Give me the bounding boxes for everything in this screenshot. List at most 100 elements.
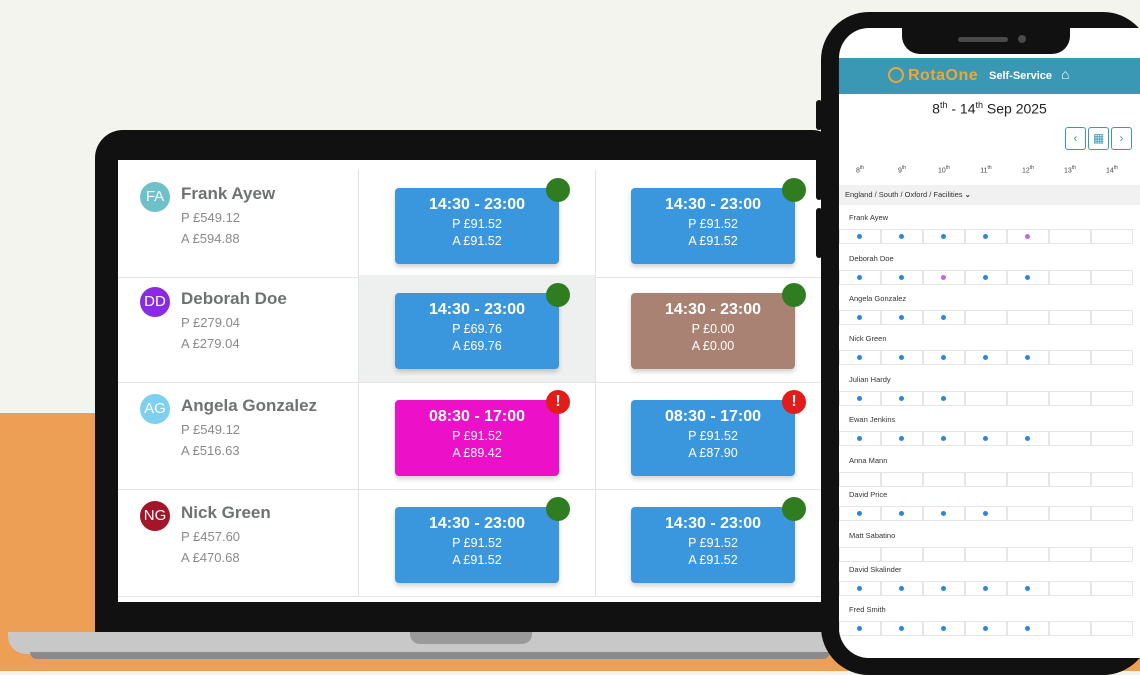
phone-day-cell[interactable] (923, 270, 965, 285)
phone-day-cell[interactable] (965, 472, 1007, 487)
phone-day-cell[interactable] (923, 581, 965, 596)
phone-day-cell[interactable] (1091, 391, 1133, 406)
phone-day-cell[interactable] (1091, 310, 1133, 325)
phone-day-cell[interactable] (1049, 229, 1091, 244)
phone-day-cell[interactable] (1007, 350, 1049, 365)
shift-card[interactable]: 14:30 - 23:00 P £91.52 A £91.52 (395, 507, 559, 583)
phone-day-cell[interactable] (1091, 547, 1133, 562)
phone-day-cell[interactable] (839, 506, 881, 521)
phone-day-cell[interactable] (1091, 270, 1133, 285)
phone-day-cell[interactable] (965, 350, 1007, 365)
phone-day-cell[interactable] (881, 310, 923, 325)
phone-day-cell[interactable] (923, 547, 965, 562)
shift-card[interactable]: 14:30 - 23:00 P £0.00 A £0.00 (631, 293, 795, 369)
phone-day-cell[interactable] (965, 581, 1007, 596)
phone-day-cell[interactable] (923, 621, 965, 636)
phone-day-cell[interactable] (1091, 581, 1133, 596)
phone-day-cell[interactable] (1049, 391, 1091, 406)
phone-day-cell[interactable] (1049, 472, 1091, 487)
shift-card[interactable]: 08:30 - 17:00 P £91.52 A £87.90 (631, 400, 795, 476)
phone-day-cell[interactable] (839, 547, 881, 562)
phone-day-cell[interactable] (965, 391, 1007, 406)
phone-day-cell[interactable] (1049, 621, 1091, 636)
phone-day-cell[interactable] (839, 310, 881, 325)
phone-day-cell[interactable] (1049, 581, 1091, 596)
employee-name[interactable]: Nick Green (181, 503, 271, 523)
phone-day-cell[interactable] (1007, 391, 1049, 406)
phone-day-cell[interactable] (839, 472, 881, 487)
phone-day-cell[interactable] (881, 431, 923, 446)
phone-day-cell[interactable] (1049, 350, 1091, 365)
phone-day-cell[interactable] (1091, 506, 1133, 521)
avatar: AG (140, 394, 170, 424)
phone-day-cell[interactable] (1049, 431, 1091, 446)
employee-name[interactable]: Angela Gonzalez (181, 396, 317, 416)
phone-day-cell[interactable] (923, 431, 965, 446)
phone-day-cell[interactable] (1091, 229, 1133, 244)
employee-name[interactable]: Frank Ayew (181, 184, 275, 204)
calendar-button[interactable]: ▦ (1088, 127, 1109, 150)
phone-day-cell[interactable] (923, 350, 965, 365)
phone-day-cell[interactable] (1091, 472, 1133, 487)
phone-day-cell[interactable] (965, 621, 1007, 636)
phone-day-cell[interactable] (839, 270, 881, 285)
phone-day-cell[interactable] (839, 391, 881, 406)
shift-card[interactable]: 14:30 - 23:00 P £91.52 A £91.52 (395, 188, 559, 264)
phone-day-cell[interactable] (1007, 431, 1049, 446)
employee-name[interactable]: Deborah Doe (181, 289, 287, 309)
phone-day-cell[interactable] (1007, 229, 1049, 244)
phone-day-cell[interactable] (1091, 621, 1133, 636)
shift-time: 14:30 - 23:00 (664, 196, 762, 213)
phone-day-cell[interactable] (965, 431, 1007, 446)
phone-day-cell[interactable] (923, 506, 965, 521)
phone-day-cell[interactable] (965, 270, 1007, 285)
phone-employee-row: Julian Hardy (839, 375, 1140, 411)
phone-day-cell[interactable] (881, 581, 923, 596)
shift-planned: P £91.52 (452, 429, 502, 443)
phone-day-cell[interactable] (923, 310, 965, 325)
phone-day-cell[interactable] (839, 229, 881, 244)
phone-day-cell[interactable] (1049, 506, 1091, 521)
phone-day-cell[interactable] (1007, 547, 1049, 562)
phone-day-cell[interactable] (965, 310, 1007, 325)
phone-day-cell[interactable] (881, 506, 923, 521)
shift-card[interactable]: 08:30 - 17:00 P £91.52 A £89.42 (395, 400, 559, 476)
phone-day-cell[interactable] (881, 472, 923, 487)
shift-card[interactable]: 14:30 - 23:00 P £69.76 A £69.76 (395, 293, 559, 369)
phone-day-cell[interactable] (1091, 350, 1133, 365)
phone-day-cell[interactable] (839, 581, 881, 596)
shift-card[interactable]: 14:30 - 23:00 P £91.52 A £91.52 (631, 188, 795, 264)
phone-day-cell[interactable] (881, 270, 923, 285)
phone-day-cell[interactable] (1049, 270, 1091, 285)
phone-day-cell[interactable] (1049, 310, 1091, 325)
next-week-button[interactable]: › (1111, 127, 1132, 150)
phone-day-cell[interactable] (881, 350, 923, 365)
phone-day-cell[interactable] (965, 229, 1007, 244)
phone-day-cell[interactable] (881, 391, 923, 406)
phone-day-cell[interactable] (1049, 547, 1091, 562)
phone-day-cell[interactable] (1007, 581, 1049, 596)
phone-day-cell[interactable] (965, 506, 1007, 521)
phone-day-cell[interactable] (923, 391, 965, 406)
phone-day-cell[interactable] (839, 350, 881, 365)
actual-cost: A £594.88 (181, 231, 240, 246)
phone-day-cell[interactable] (965, 547, 1007, 562)
phone-day-cell[interactable] (1007, 472, 1049, 487)
phone-day-cell[interactable] (923, 472, 965, 487)
phone-day-cell[interactable] (839, 621, 881, 636)
home-icon[interactable]: ⌂ (1061, 66, 1069, 82)
phone-day-cell[interactable] (1007, 310, 1049, 325)
phone-day-cell[interactable] (1007, 506, 1049, 521)
shift-card[interactable]: 14:30 - 23:00 P £91.52 A £91.52 (631, 507, 795, 583)
phone-day-cell[interactable] (881, 621, 923, 636)
phone-day-cell[interactable] (881, 547, 923, 562)
phone-day-cell[interactable] (1091, 431, 1133, 446)
phone-day-cell[interactable] (839, 431, 881, 446)
location-filter[interactable]: England / South / Oxford / Facilities ⌄ (839, 185, 1140, 205)
phone-day-cell[interactable] (1007, 621, 1049, 636)
prev-week-button[interactable]: ‹ (1065, 127, 1086, 150)
phone-day-cell[interactable] (1007, 270, 1049, 285)
shift-dot (983, 355, 988, 360)
phone-day-cell[interactable] (881, 229, 923, 244)
phone-day-cell[interactable] (923, 229, 965, 244)
